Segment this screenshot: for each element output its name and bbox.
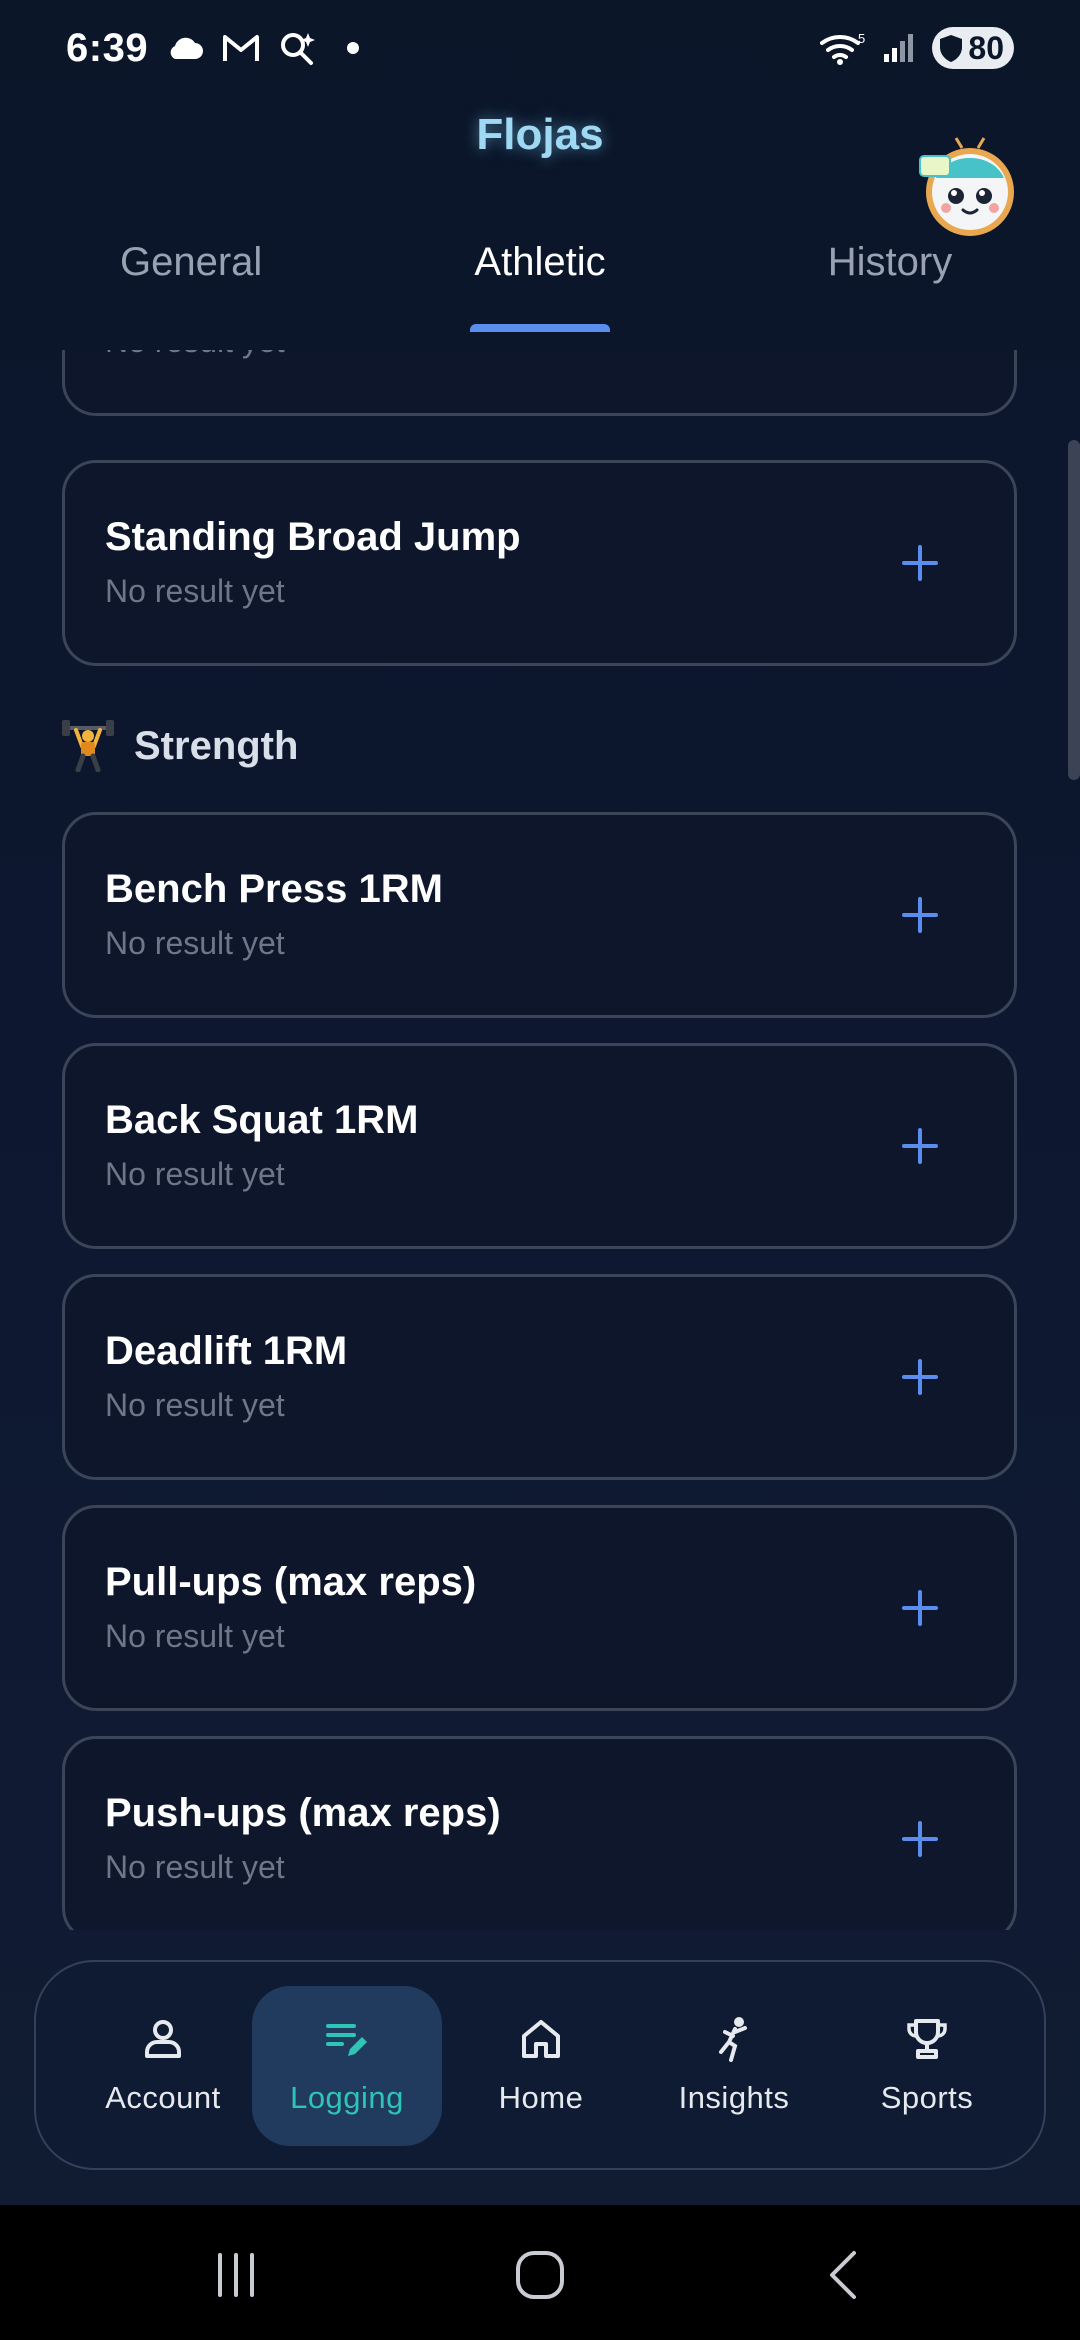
nav-label: Account	[105, 2080, 221, 2115]
result-card-deadlift[interactable]: Deadlift 1RM No result yet	[62, 1274, 1017, 1480]
add-icon[interactable]	[900, 543, 940, 583]
section-title: Strength	[134, 723, 299, 768]
cloud-icon	[166, 29, 204, 67]
nav-label: Home	[498, 2080, 584, 2115]
bottom-nav: Account Logging Home Insights Sports	[34, 1960, 1046, 2170]
result-card-partial[interactable]: No result yet	[62, 350, 1017, 416]
signal-icon	[880, 29, 918, 67]
card-subtitle: No result yet	[105, 573, 285, 609]
add-icon[interactable]	[900, 1357, 940, 1397]
card-title: Push-ups (max reps)	[105, 1791, 501, 1835]
card-subtitle: No result yet	[105, 1849, 285, 1885]
tab-athletic[interactable]: Athletic	[460, 240, 620, 285]
add-icon[interactable]	[900, 895, 940, 935]
nav-home[interactable]: Home	[446, 1986, 636, 2146]
result-card-push-ups[interactable]: Push-ups (max reps) No result yet	[62, 1736, 1017, 1930]
home-circle-icon[interactable]	[510, 2247, 570, 2303]
battery-level: 80	[968, 29, 1004, 66]
card-subtitle: No result yet	[105, 350, 285, 360]
results-list[interactable]: No result yet Standing Broad Jump No res…	[0, 350, 1080, 1930]
result-card-bench-press[interactable]: Bench Press 1RM No result yet	[62, 812, 1017, 1018]
scrollbar[interactable]	[1068, 440, 1080, 780]
person-icon	[145, 2020, 181, 2058]
result-card-pull-ups[interactable]: Pull-ups (max reps) No result yet	[62, 1505, 1017, 1711]
tab-general[interactable]: General	[120, 240, 262, 285]
battery-icon	[940, 35, 963, 62]
section-header-strength: Strength	[62, 720, 298, 772]
card-title: Standing Broad Jump	[105, 515, 521, 559]
nav-account[interactable]: Account	[68, 1986, 258, 2146]
app-screen: 6:39 5 80 Flojas General Athletic Histor…	[0, 0, 1080, 2340]
card-subtitle: No result yet	[105, 1156, 285, 1192]
card-title: Bench Press 1RM	[105, 867, 443, 911]
card-title: Pull-ups (max reps)	[105, 1560, 477, 1604]
home-icon	[522, 2020, 560, 2058]
status-bar: 6:39 5 80	[0, 0, 1080, 96]
assistant-icon	[278, 29, 316, 67]
gmail-icon	[222, 29, 260, 67]
nav-label: Sports	[880, 2080, 974, 2115]
wifi-icon: 5	[818, 29, 866, 67]
nav-sports[interactable]: Sports	[832, 1986, 1022, 2146]
result-card-standing-broad-jump[interactable]: Standing Broad Jump No result yet	[62, 460, 1017, 666]
top-tabs: General Athletic History	[0, 220, 1080, 332]
system-nav-bar	[0, 2205, 1080, 2340]
athlete-icon	[719, 2017, 747, 2062]
add-icon[interactable]	[900, 1588, 940, 1628]
card-subtitle: No result yet	[105, 925, 285, 961]
status-right: 5 80	[818, 27, 1014, 69]
card-title: Back Squat 1RM	[105, 1098, 419, 1142]
recents-icon[interactable]	[206, 2247, 266, 2303]
result-card-back-squat[interactable]: Back Squat 1RM No result yet	[62, 1043, 1017, 1249]
status-time: 6:39	[66, 25, 149, 70]
nav-logging[interactable]: Logging	[252, 1986, 442, 2146]
edit-list-icon	[326, 2024, 367, 2056]
nav-insights[interactable]: Insights	[639, 1986, 829, 2146]
add-icon[interactable]	[900, 1819, 940, 1859]
nav-label: Insights	[678, 2080, 790, 2115]
card-subtitle: No result yet	[105, 1387, 285, 1423]
back-icon[interactable]	[814, 2247, 874, 2303]
card-subtitle: No result yet	[105, 1618, 285, 1654]
status-left: 6:39	[66, 26, 372, 71]
weightlifter-icon	[62, 720, 114, 772]
trophy-icon	[907, 2019, 947, 2059]
active-tab-indicator	[470, 324, 610, 332]
dot-icon	[334, 29, 372, 67]
nav-label: Logging	[290, 2080, 404, 2115]
add-icon[interactable]	[900, 1126, 940, 1166]
wifi-badge: 5	[858, 31, 865, 46]
tab-history[interactable]: History	[820, 240, 960, 285]
card-title: Deadlift 1RM	[105, 1329, 348, 1373]
battery-indicator: 80	[932, 27, 1014, 69]
